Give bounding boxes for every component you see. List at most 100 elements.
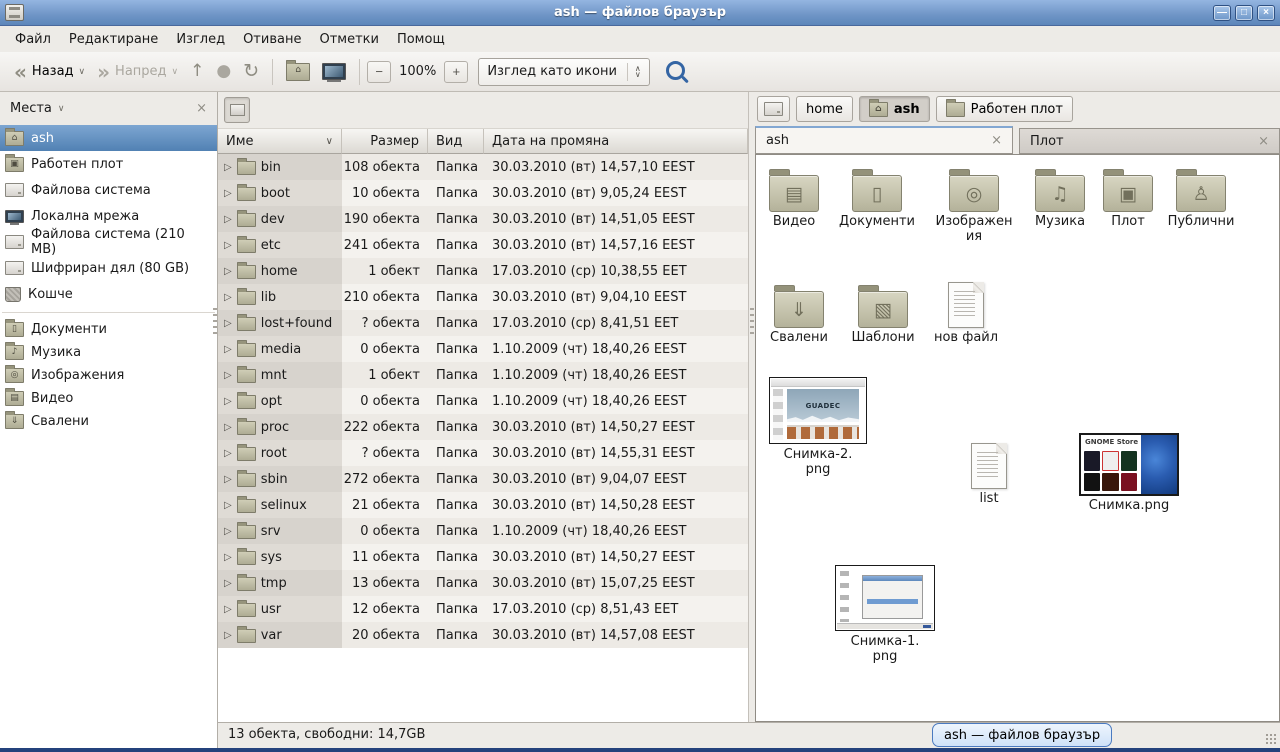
file-item-music[interactable]: ♫ Музика	[1020, 169, 1100, 230]
resize-grip[interactable]	[1265, 733, 1278, 746]
expander-icon[interactable]: ▷	[224, 500, 232, 511]
tree-row[interactable]: ▷ tmp 13 обекта Папка 30.03.2010 (вт) 15…	[218, 570, 748, 596]
tree-row[interactable]: ▷ root ? обекта Папка 30.03.2010 (вт) 14…	[218, 440, 748, 466]
path-desktop-button[interactable]: Работен плот	[936, 96, 1073, 122]
tree-row[interactable]: ▷ lib 210 обекта Папка 30.03.2010 (вт) 9…	[218, 284, 748, 310]
places-title[interactable]: Места	[10, 101, 52, 116]
zoom-out-button[interactable]: −	[367, 61, 391, 83]
path-root-button[interactable]	[757, 96, 790, 122]
column-header-type[interactable]: Вид	[428, 129, 484, 154]
expander-icon[interactable]: ▷	[224, 474, 232, 485]
sidebar-splitter-handle[interactable]	[213, 308, 217, 334]
tree-row[interactable]: ▷ media 0 обекта Папка 1.10.2009 (чт) 18…	[218, 336, 748, 362]
tree-row[interactable]: ▷ opt 0 обекта Папка 1.10.2009 (чт) 18,4…	[218, 388, 748, 414]
expander-icon[interactable]: ▷	[224, 188, 232, 199]
tab-close-icon[interactable]: ×	[991, 133, 1002, 148]
tree-row[interactable]: ▷ proc 222 обекта Папка 30.03.2010 (вт) …	[218, 414, 748, 440]
file-item-public[interactable]: ♙ Публични	[1158, 169, 1244, 230]
menu-bookmarks[interactable]: Отметки	[310, 29, 387, 50]
view-mode-select[interactable]: Изглед като икони ∧∨	[478, 58, 649, 86]
places-caret-icon[interactable]: ∨	[58, 104, 65, 114]
bookmark-item[interactable]: Видео	[0, 387, 217, 410]
tree-row[interactable]: ▷ lost+found ? обекта Папка 17.03.2010 (…	[218, 310, 748, 336]
up-button[interactable]: ↑	[184, 59, 210, 84]
expander-icon[interactable]: ▷	[224, 552, 232, 563]
file-item-video[interactable]: ▤ Видео	[756, 169, 832, 230]
tree-row[interactable]: ▷ bin 108 обекта Папка 30.03.2010 (вт) 1…	[218, 154, 748, 180]
expander-icon[interactable]: ▷	[224, 604, 232, 615]
file-item-pictures[interactable]: ◎ Изображения	[928, 169, 1020, 245]
places-item[interactable]: Файлова система (210 MB)	[0, 229, 217, 255]
menu-edit[interactable]: Редактиране	[60, 29, 167, 50]
tab-ash[interactable]: ash ×	[755, 126, 1013, 154]
file-item-new-file[interactable]: нов файл	[926, 282, 1006, 346]
file-item-desktop[interactable]: ▣ Плот	[1098, 169, 1158, 230]
column-header-name[interactable]: Име ∨	[218, 129, 342, 154]
places-item[interactable]: Локална мрежа	[0, 203, 217, 229]
home-button[interactable]	[280, 59, 316, 85]
expander-icon[interactable]: ▷	[224, 578, 232, 589]
tab-close-icon[interactable]: ×	[1258, 134, 1269, 149]
column-header-size[interactable]: Размер	[342, 129, 428, 154]
file-item-snimka[interactable]: GNOME Store Снимка.png	[1073, 433, 1185, 514]
bookmark-item[interactable]: Свалени	[0, 410, 217, 433]
minimize-button[interactable]: —	[1213, 5, 1231, 21]
maximize-button[interactable]: □	[1235, 5, 1253, 21]
stop-button[interactable]: ●	[210, 59, 237, 84]
tree-row[interactable]: ▷ selinux 21 обекта Папка 30.03.2010 (вт…	[218, 492, 748, 518]
close-button[interactable]: ×	[1257, 5, 1275, 21]
places-item[interactable]: Шифриран дял (80 GB)	[0, 255, 217, 281]
expander-icon[interactable]: ▷	[224, 370, 232, 381]
tree-row[interactable]: ▷ usr 12 обекта Папка 17.03.2010 (ср) 8,…	[218, 596, 748, 622]
file-item-templates[interactable]: ▧ Шаблони	[843, 285, 923, 346]
file-item-snimka-2[interactable]: GUADEC Снимка-2.png	[761, 377, 875, 478]
expander-icon[interactable]: ▷	[224, 240, 232, 251]
icon-view[interactable]: ▤ Видео ▯ Документи ◎ Изображения ♫ Музи…	[755, 154, 1280, 722]
expander-icon[interactable]: ▷	[224, 292, 232, 303]
back-history-caret-icon[interactable]: ∨	[79, 67, 86, 77]
tree-row[interactable]: ▷ etc 241 обекта Папка 30.03.2010 (вт) 1…	[218, 232, 748, 258]
expander-icon[interactable]: ▷	[224, 266, 232, 277]
expander-icon[interactable]: ▷	[224, 630, 232, 641]
file-item-snimka-1[interactable]: Снимка-1.png	[829, 565, 941, 665]
panel-toggle-button[interactable]	[224, 97, 250, 123]
back-button[interactable]: « Назад ∨	[8, 58, 91, 86]
tree-row[interactable]: ▷ sbin 272 обекта Папка 30.03.2010 (вт) …	[218, 466, 748, 492]
column-header-date[interactable]: Дата на промяна	[484, 129, 748, 154]
search-button[interactable]	[650, 57, 695, 86]
tree-row[interactable]: ▷ var 20 обекта Папка 30.03.2010 (вт) 14…	[218, 622, 748, 648]
tree-row[interactable]: ▷ boot 10 обекта Папка 30.03.2010 (вт) 9…	[218, 180, 748, 206]
zoom-in-button[interactable]: +	[444, 61, 468, 83]
expander-icon[interactable]: ▷	[224, 526, 232, 537]
expander-icon[interactable]: ▷	[224, 448, 232, 459]
computer-button[interactable]	[316, 59, 352, 84]
expander-icon[interactable]: ▷	[224, 318, 232, 329]
places-item[interactable]: Файлова система	[0, 177, 217, 203]
file-item-list[interactable]: list	[951, 443, 1027, 507]
forward-button[interactable]: » Напред ∨	[91, 58, 184, 86]
path-home-button[interactable]: home	[796, 96, 853, 122]
places-item[interactable]: ash	[0, 125, 217, 151]
tree-row[interactable]: ▷ sys 11 обекта Папка 30.03.2010 (вт) 14…	[218, 544, 748, 570]
bookmark-item[interactable]: Музика	[0, 341, 217, 364]
menu-help[interactable]: Помощ	[388, 29, 454, 50]
expander-icon[interactable]: ▷	[224, 344, 232, 355]
expander-icon[interactable]: ▷	[224, 396, 232, 407]
reload-button[interactable]: ↻	[237, 58, 265, 85]
tree-row[interactable]: ▷ dev 190 обекта Папка 30.03.2010 (вт) 1…	[218, 206, 748, 232]
tree-row[interactable]: ▷ srv 0 обекта Папка 1.10.2009 (чт) 18,4…	[218, 518, 748, 544]
places-item[interactable]: Работен плот	[0, 151, 217, 177]
expander-icon[interactable]: ▷	[224, 422, 232, 433]
path-ash-button[interactable]: ash	[859, 96, 930, 122]
tree-row[interactable]: ▷ mnt 1 обект Папка 1.10.2009 (чт) 18,40…	[218, 362, 748, 388]
menu-view[interactable]: Изглед	[167, 29, 234, 50]
bookmark-item[interactable]: Документи	[0, 318, 217, 341]
window-list-button[interactable]: ash — файлов браузър	[932, 723, 1112, 747]
bookmark-item[interactable]: Изображения	[0, 364, 217, 387]
tree-row[interactable]: ▷ home 1 обект Папка 17.03.2010 (ср) 10,…	[218, 258, 748, 284]
tab-plot[interactable]: Плот ×	[1019, 128, 1280, 154]
file-item-documents[interactable]: ▯ Документи	[832, 169, 922, 230]
menu-go[interactable]: Отиване	[234, 29, 310, 50]
file-item-downloads[interactable]: ⇓ Свалени	[759, 285, 839, 346]
places-item[interactable]: Кошче	[0, 281, 217, 307]
